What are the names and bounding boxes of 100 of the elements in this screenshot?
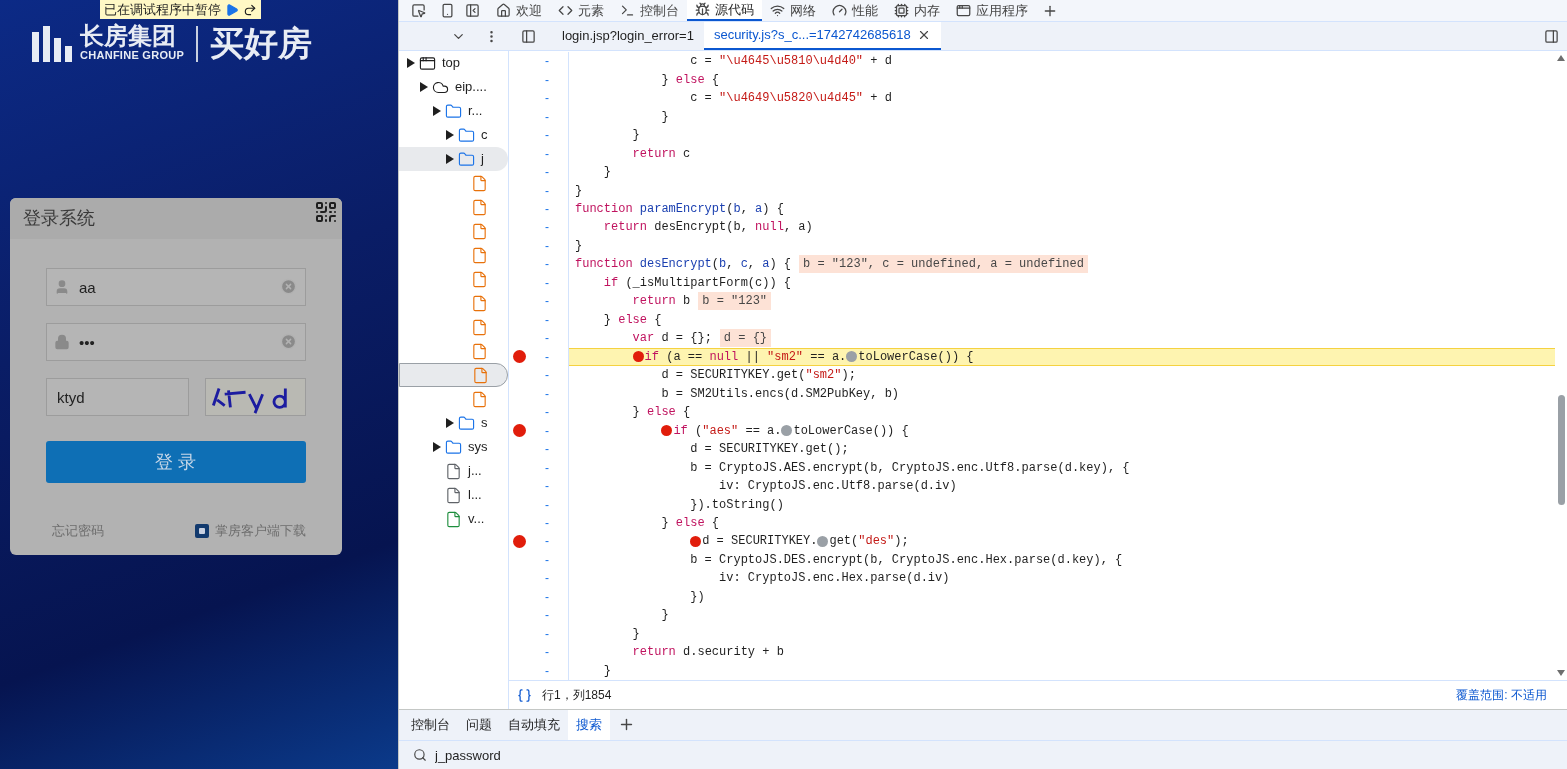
- code-icon: [558, 3, 573, 18]
- tree-item[interactable]: sys: [399, 435, 508, 459]
- qr-code-icon[interactable]: [314, 200, 338, 224]
- expand-arrow-icon[interactable]: [420, 82, 428, 92]
- tree-label: j...: [468, 462, 482, 481]
- devtools-tab[interactable]: 内存: [886, 0, 948, 21]
- lock-icon: [54, 334, 70, 350]
- step-over-icon[interactable]: [243, 2, 257, 17]
- code-text: b = CryptoJS.DES.encrypt(b, CryptoJS.enc.Hex.parse(d.key), {: [690, 551, 1123, 569]
- device-icon[interactable]: [440, 3, 455, 18]
- expand-arrow-icon[interactable]: [433, 106, 441, 116]
- tree-item[interactable]: [399, 363, 508, 387]
- line-number: -: [545, 219, 549, 237]
- file-tab[interactable]: login.jsp?login_error=1: [552, 22, 704, 50]
- coverage-link[interactable]: 覆盖范围: 不适用: [1456, 686, 1547, 704]
- inline-breakpoint-icon[interactable]: [632, 351, 644, 363]
- drawer-tab[interactable]: 搜索: [568, 710, 610, 740]
- tree-item[interactable]: j...: [399, 459, 508, 483]
- search-field[interactable]: j_password: [399, 741, 1567, 769]
- logo-name: 长房集团: [80, 23, 177, 49]
- file-tab[interactable]: security.js?s_c...=1742742685618: [703, 22, 941, 50]
- tree-label: sys: [468, 438, 488, 457]
- line-number: -: [545, 201, 549, 218]
- code-text: function paramEncrypt(b, a) {: [575, 201, 784, 218]
- devtools-tab[interactable]: 源代码: [687, 0, 762, 21]
- resume-icon[interactable]: [225, 2, 239, 17]
- code-text: }: [575, 237, 583, 255]
- breakpoint-icon[interactable]: [512, 534, 526, 548]
- code-text: c = "\u4649\u5820\u4d45" + d: [690, 90, 892, 108]
- line-number: -: [545, 127, 549, 145]
- line-number: -: [545, 404, 549, 422]
- line-number: -: [545, 311, 549, 329]
- toggle-debugger-icon[interactable]: [1544, 28, 1559, 44]
- code-text: } else {: [661, 515, 720, 532]
- expand-arrow-icon[interactable]: [446, 154, 454, 164]
- line-number: -: [545, 71, 549, 89]
- line-number: -: [545, 422, 549, 440]
- expand-arrow-icon[interactable]: [407, 58, 415, 68]
- devtools-tab[interactable]: 控制台: [612, 0, 687, 21]
- breakpoint-icon[interactable]: [512, 424, 526, 438]
- tree-item[interactable]: c: [399, 123, 508, 147]
- tree-label: top: [442, 54, 461, 73]
- expand-arrow-icon[interactable]: [446, 418, 454, 428]
- line-number: -: [545, 145, 549, 163]
- code-text: }: [603, 662, 611, 680]
- code-text: b = CryptoJS.AES.encrypt(b, CryptoJS.enc.Utf8.parse(d.key), {: [690, 459, 1130, 477]
- drawer-tab[interactable]: 自动填充: [500, 710, 568, 740]
- tree-item[interactable]: l...: [399, 483, 508, 507]
- window-icon: [419, 54, 436, 72]
- inline-value: d = {}: [719, 329, 772, 348]
- tree-label: s: [481, 414, 488, 433]
- building-logo-icon: [32, 26, 72, 62]
- line-number: -: [545, 53, 549, 71]
- tree-item[interactable]: top: [399, 51, 508, 75]
- expand-arrow-icon[interactable]: [446, 130, 454, 140]
- scrollbar-thumb[interactable]: [1557, 395, 1565, 505]
- drawer-tab[interactable]: 问题: [458, 710, 500, 740]
- app-icon: [195, 523, 209, 538]
- tree-item[interactable]: s: [399, 411, 508, 435]
- folder-icon: [458, 414, 475, 432]
- devtools-tab[interactable]: 应用程序: [948, 0, 1036, 21]
- tree-item[interactable]: eip....: [399, 75, 508, 99]
- captcha-image[interactable]: [205, 378, 306, 416]
- code-text: return c: [632, 145, 691, 163]
- tree-item[interactable]: j: [399, 147, 508, 171]
- devtools-tab[interactable]: 网络: [762, 0, 824, 21]
- panel-icon[interactable]: [465, 3, 480, 18]
- pretty-print-icon[interactable]: [517, 687, 532, 703]
- devtools-tab[interactable]: 欢迎: [488, 0, 550, 21]
- toggle-navigator-icon[interactable]: [521, 28, 536, 44]
- code-text: }: [661, 607, 669, 625]
- line-number: -: [545, 90, 549, 108]
- line-number: -: [545, 385, 549, 403]
- scroll-down-icon[interactable]: [1557, 670, 1565, 676]
- add-drawer-tab-icon[interactable]: [618, 716, 635, 733]
- line-number: -: [545, 108, 549, 126]
- tree-item[interactable]: v...: [399, 507, 508, 531]
- inline-breakpoint-icon[interactable]: [661, 425, 673, 437]
- line-number: -: [545, 644, 549, 662]
- line-number: -: [545, 182, 549, 200]
- login-button[interactable]: 登 录: [46, 441, 306, 483]
- inline-value: b = "123": [698, 292, 772, 311]
- inspect-icon[interactable]: [411, 3, 426, 18]
- captcha-field[interactable]: ktyd: [46, 378, 189, 416]
- line-number: -: [545, 533, 549, 551]
- username-field[interactable]: aa: [46, 268, 306, 306]
- code-text: d = SECURITYKEY.get("sm2");: [661, 367, 856, 385]
- password-field[interactable]: •••: [46, 323, 306, 361]
- inline-breakpoint-icon[interactable]: [690, 535, 702, 547]
- drawer-tab[interactable]: 控制台: [403, 710, 458, 740]
- devtools-tab[interactable]: 元素: [550, 0, 612, 21]
- expand-arrow-icon[interactable]: [433, 442, 441, 452]
- tree-item[interactable]: r...: [399, 99, 508, 123]
- tree-label: c: [481, 126, 488, 145]
- scroll-up-icon[interactable]: [1557, 55, 1565, 61]
- line-number: -: [545, 367, 549, 385]
- breakpoint-icon[interactable]: [512, 350, 526, 364]
- tree-label: v...: [468, 510, 485, 529]
- devtools-tab[interactable]: 性能: [824, 0, 886, 21]
- folder-icon: [458, 126, 475, 144]
